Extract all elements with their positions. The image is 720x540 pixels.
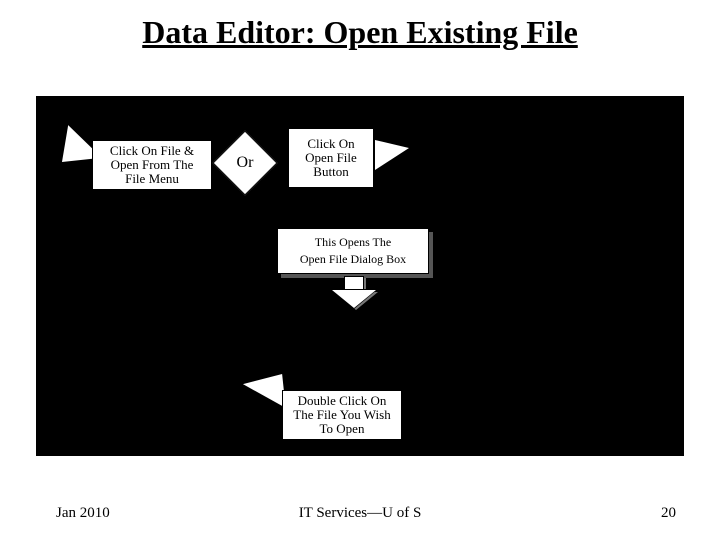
slide-title: Data Editor: Open Existing File <box>0 14 720 51</box>
callout-text: Double Click On The File You Wish To Ope… <box>289 394 395 437</box>
callout-text: Click On Open File Button <box>295 137 367 180</box>
down-arrow-icon <box>330 276 376 312</box>
footer-center: IT Services—U of S <box>0 505 720 522</box>
or-diamond: Or <box>222 140 268 186</box>
result-box: This Opens The Open File Dialog Box <box>277 228 429 274</box>
footer-page-number: 20 <box>661 505 676 522</box>
box-front: This Opens The Open File Dialog Box <box>277 228 429 274</box>
result-line-1: This Opens The <box>315 234 391 251</box>
result-line-2: Open File Dialog Box <box>300 251 406 268</box>
callout-pointer <box>375 140 409 170</box>
callout-text: Click On File & Open From The File Menu <box>99 144 205 187</box>
callout-double-click: Double Click On The File You Wish To Ope… <box>282 390 402 440</box>
callout-file-menu: Click On File & Open From The File Menu <box>92 140 212 190</box>
footer: Jan 2010 IT Services—U of S 20 <box>0 498 720 522</box>
callout-pointer <box>242 374 285 412</box>
slide: Data Editor: Open Existing File Click On… <box>0 0 720 540</box>
or-text: Or <box>222 140 268 186</box>
callout-open-button: Click On Open File Button <box>288 128 374 188</box>
